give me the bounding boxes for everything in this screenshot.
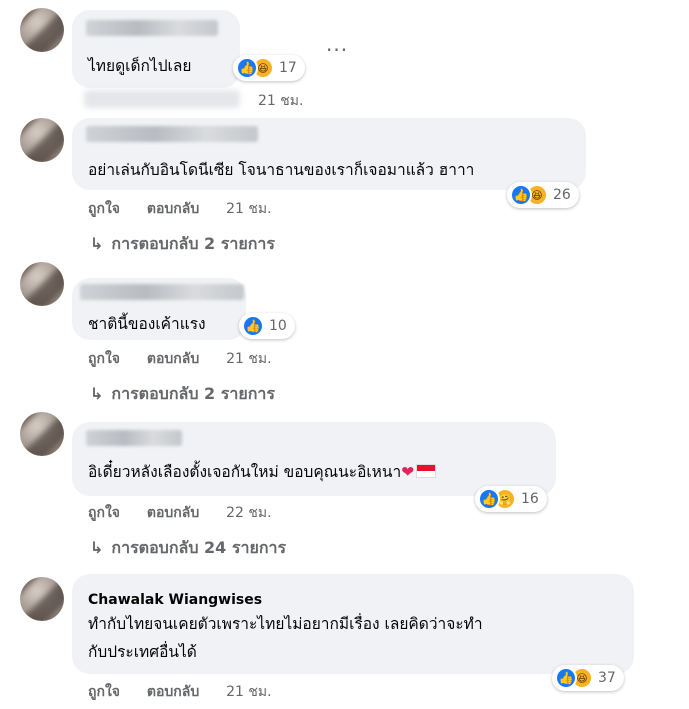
comment-text-line-1: ทำกับไทยจนเคยตัวเพราะไทยไม่อยากมีเรื่อง … [88,615,483,633]
reply-arrow-icon: ↳ [90,538,104,557]
heart-emoji-icon: ❤ [401,463,415,481]
avatar[interactable] [20,262,64,306]
reaction-count: 26 [553,187,571,203]
comment-text-content: อิเดี๋ยวหลังเลืองตั้งเจอกันใหม่ ขอบคุณนะ… [88,463,402,481]
comment-time[interactable]: 21 ชม. [226,201,271,217]
reaction-count: 16 [521,491,539,507]
like-icon: 👍 [555,667,577,689]
reaction-summary[interactable]: 👍 😆 26 [507,182,579,208]
reaction-summary[interactable]: 👍 😆 17 [233,55,305,81]
reply-link[interactable]: ตอบกลับ [147,684,199,700]
comment-meta: ถูกใจ ตอบกลับ 21 ชม. [88,198,294,220]
meta-blurred [84,90,240,108]
comment-meta: ถูกใจ ตอบกลับ 21 ชม. [88,348,294,370]
comment-meta: 21 ชม. [258,90,325,112]
author-name[interactable]: Chawalak Wiangwises [88,592,262,608]
like-icon: 👍 [242,315,264,337]
like-link[interactable]: ถูกใจ [88,351,120,367]
view-replies[interactable]: ↳ การตอบกลับ 24 รายการ [90,536,286,561]
reaction-summary[interactable]: 👍 🤗 16 [475,486,547,512]
reply-link[interactable]: ตอบกลับ [147,201,199,217]
avatar[interactable] [20,118,64,162]
indonesia-flag-icon [416,464,437,478]
avatar[interactable] [20,412,64,456]
comment-meta: ถูกใจ ตอบกลับ 21 ชม. [88,681,294,703]
comment-time[interactable]: 21 ชม. [226,351,271,367]
reaction-summary[interactable]: 👍 😆 37 [552,665,624,691]
replies-count: การตอบกลับ 2 รายการ [111,384,275,403]
comment-text: ชาตินี้ของเค้าแรง [88,315,206,333]
comment-text-line-2: กับประเทศอื่นได้ [88,643,197,661]
avatar[interactable] [20,8,64,52]
replies-count: การตอบกลับ 24 รายการ [111,538,287,557]
author-name-blurred[interactable] [86,20,218,36]
comment-text: อิเดี๋ยวหลังเลืองตั้งเจอกันใหม่ ขอบคุณนะ… [88,460,437,484]
reply-arrow-icon: ↳ [90,384,104,403]
comment-meta: ถูกใจ ตอบกลับ 22 ชม. [88,502,294,524]
reaction-count: 37 [598,670,616,686]
view-replies[interactable]: ↳ การตอบกลับ 2 รายการ [90,232,275,257]
avatar[interactable] [20,577,64,621]
comment-time[interactable]: 21 ชม. [226,684,271,700]
like-link[interactable]: ถูกใจ [88,684,120,700]
more-options-icon[interactable]: ... [326,32,348,56]
author-name-blurred[interactable] [86,126,258,142]
comment-time[interactable]: 22 ชม. [226,505,271,521]
replies-count: การตอบกลับ 2 รายการ [111,234,275,253]
reply-link[interactable]: ตอบกลับ [147,351,199,367]
comment-text: อย่าเล่นกับอินโดนีเซีย โจนาธานของเราก็เจ… [88,161,475,179]
comment-time[interactable]: 21 ชม. [258,93,303,109]
author-name-blurred[interactable] [80,284,244,300]
view-replies[interactable]: ↳ การตอบกลับ 2 รายการ [90,382,275,407]
like-icon: 👍 [478,488,500,510]
reaction-count: 17 [279,60,297,76]
like-icon: 👍 [510,184,532,206]
reply-link[interactable]: ตอบกลับ [147,505,199,521]
reaction-count: 10 [269,318,287,334]
like-link[interactable]: ถูกใจ [88,201,120,217]
reply-arrow-icon: ↳ [90,234,104,253]
like-link[interactable]: ถูกใจ [88,505,120,521]
like-icon: 👍 [236,57,258,79]
comment-text: ไทยดูเด็กไปเลย [88,57,192,75]
author-name-blurred[interactable] [86,430,182,446]
reaction-summary[interactable]: 👍 10 [239,313,295,339]
